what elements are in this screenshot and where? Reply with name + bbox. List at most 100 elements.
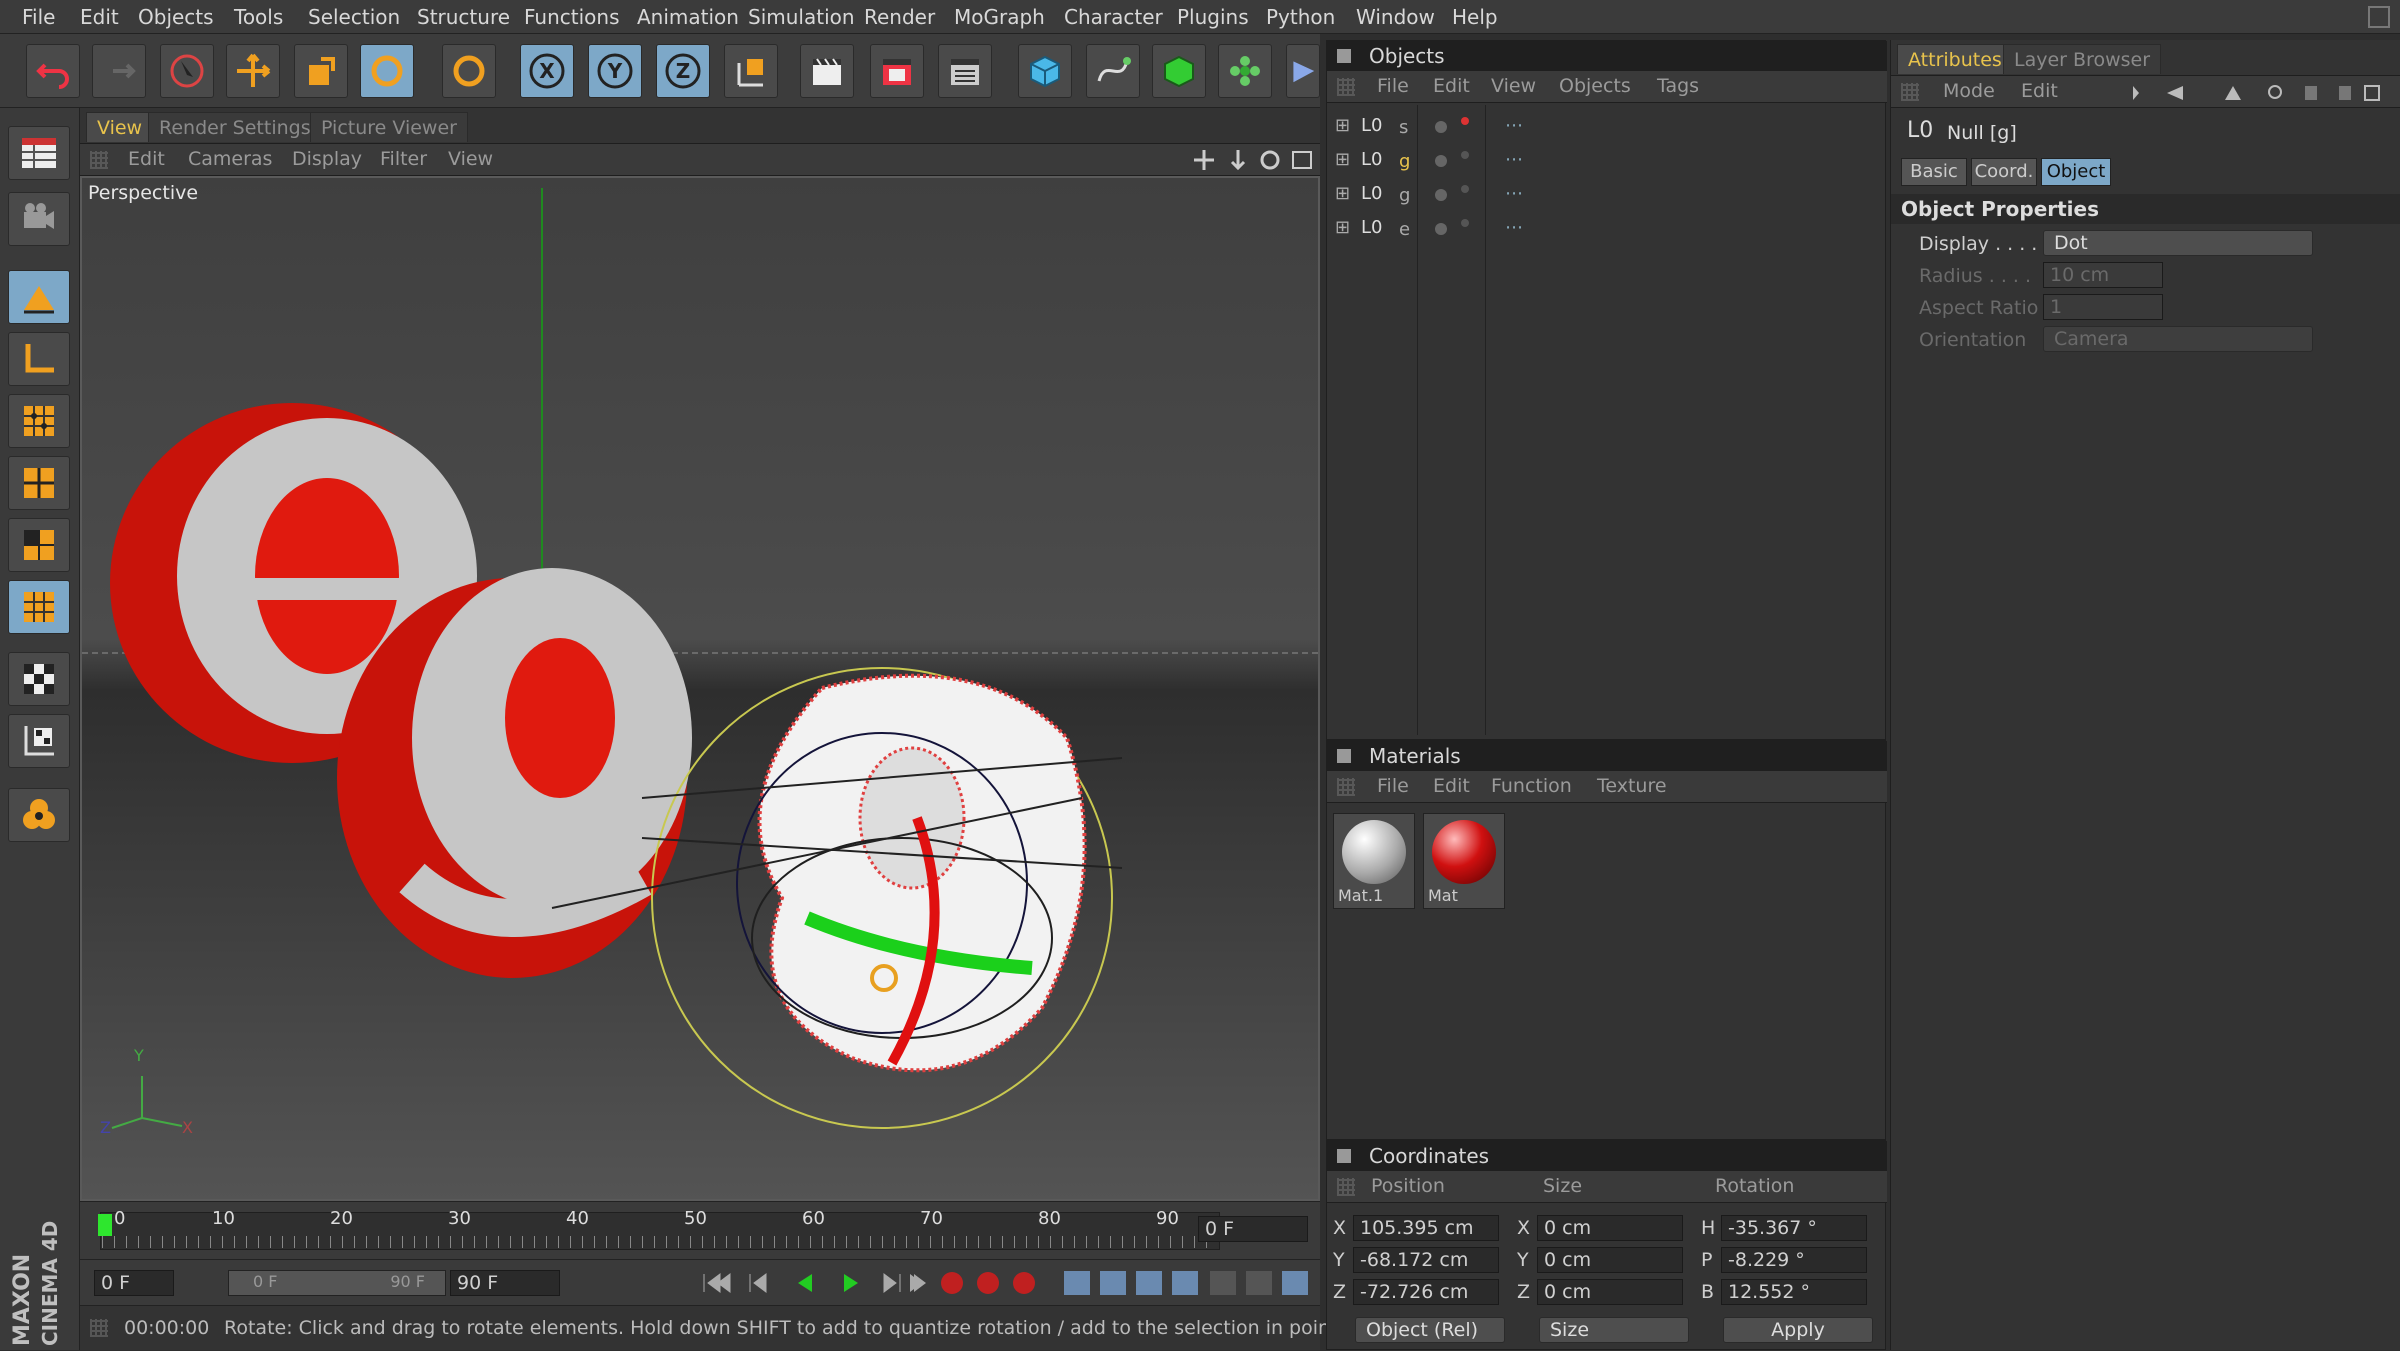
expand-icon[interactable]: ⊞	[1335, 183, 1350, 204]
menu-functions[interactable]: Functions	[520, 0, 624, 34]
tab-render-settings[interactable]: Render Settings	[148, 112, 322, 142]
material-swatch[interactable]: Mat.1	[1333, 813, 1415, 909]
array-icon[interactable]	[1218, 44, 1272, 98]
viewport-menu-cameras[interactable]: Cameras	[188, 144, 272, 174]
end-frame-field[interactable]: 90 F	[450, 1270, 560, 1296]
menu-animation[interactable]: Animation	[633, 0, 743, 34]
tag-icon[interactable]: ⋯	[1505, 115, 1523, 136]
move-icon[interactable]	[226, 44, 280, 98]
rotation-p-field[interactable]: -8.229 °	[1721, 1247, 1867, 1273]
menu-window[interactable]: Window	[1352, 0, 1439, 34]
rotation-b-field[interactable]: 12.552 °	[1721, 1279, 1867, 1305]
tab-attributes[interactable]: Attributes	[1897, 44, 2013, 74]
object-axis-icon[interactable]	[8, 332, 70, 386]
viewport-menu-filter[interactable]: Filter	[380, 144, 427, 174]
object-name[interactable]: g	[1399, 185, 1410, 206]
menu-help[interactable]: Help	[1448, 0, 1502, 34]
3d-viewport[interactable]: Perspective Y Z X	[80, 176, 1320, 1201]
camera-icon[interactable]	[8, 192, 70, 246]
window-restore-icon[interactable]	[2368, 6, 2390, 28]
menu-objects[interactable]: Objects	[134, 0, 218, 34]
position-z-field[interactable]: -72.726 cm	[1353, 1279, 1499, 1305]
tab-picture-viewer[interactable]: Picture Viewer	[310, 112, 468, 142]
edit-render-settings-icon[interactable]	[938, 44, 992, 98]
solo-icon[interactable]	[8, 714, 70, 768]
subtab-basic[interactable]: Basic	[1901, 158, 1967, 186]
viewport-menu-edit[interactable]: Edit	[128, 144, 165, 174]
object-row[interactable]: ⊞ L0 g ⋯	[1333, 147, 1873, 177]
workplane-icon[interactable]	[8, 652, 70, 706]
editor-visibility-dot[interactable]	[1461, 151, 1469, 159]
timeline-ruler[interactable]: 0 10 20 30 40 50 60 70 80 90 0 F	[80, 1201, 1320, 1259]
y-axis-lock-icon[interactable]: Y	[588, 44, 642, 98]
x-axis-lock-icon[interactable]: X	[520, 44, 574, 98]
current-frame-field[interactable]: 0 F	[1198, 1216, 1308, 1242]
materials-menu-file[interactable]: File	[1377, 771, 1409, 801]
undo-icon[interactable]	[26, 44, 80, 98]
expand-icon[interactable]: ⊞	[1335, 217, 1350, 238]
materials-menu-texture[interactable]: Texture	[1597, 771, 1667, 801]
cube-primitive-icon[interactable]	[1018, 44, 1072, 98]
menu-render[interactable]: Render	[860, 0, 939, 34]
zoom-view-icon[interactable]	[1226, 148, 1250, 172]
subtab-object[interactable]: Object	[2041, 158, 2111, 186]
attributes-menu-edit[interactable]: Edit	[2021, 76, 2058, 106]
expand-icon[interactable]: ⊞	[1335, 149, 1350, 170]
render-icon[interactable]	[8, 788, 70, 842]
record-keys-icon[interactable]	[938, 1268, 1058, 1298]
nurbs-icon[interactable]	[1152, 44, 1206, 98]
menu-tools[interactable]: Tools	[230, 0, 287, 34]
coordinate-mode-dropdown[interactable]: Object (Rel)	[1355, 1317, 1505, 1343]
deformer-icon[interactable]	[1286, 44, 1320, 98]
visibility-dot[interactable]	[1435, 121, 1447, 133]
polygons-mode-icon[interactable]	[8, 518, 70, 572]
size-mode-dropdown[interactable]: Size	[1539, 1317, 1689, 1343]
editor-visibility-dot[interactable]	[1461, 117, 1469, 125]
material-swatch[interactable]: Mat	[1423, 813, 1505, 909]
visibility-dot[interactable]	[1435, 223, 1447, 235]
menu-selection[interactable]: Selection	[304, 0, 404, 34]
coordinate-system-icon[interactable]	[724, 44, 778, 98]
editor-visibility-dot[interactable]	[1461, 219, 1469, 227]
size-x-field[interactable]: 0 cm	[1537, 1215, 1683, 1241]
position-x-field[interactable]: 105.395 cm	[1353, 1215, 1499, 1241]
redo-icon[interactable]	[92, 44, 146, 98]
menu-simulation[interactable]: Simulation	[744, 0, 859, 34]
visibility-dot[interactable]	[1435, 155, 1447, 167]
render-picture-viewer-icon[interactable]	[870, 44, 924, 98]
scale-icon[interactable]	[294, 44, 348, 98]
edges-mode-icon[interactable]	[8, 456, 70, 510]
display-dropdown[interactable]: Dot	[2043, 230, 2313, 256]
tag-icon[interactable]: ⋯	[1505, 217, 1523, 238]
objects-menu-view[interactable]: View	[1491, 71, 1536, 101]
visibility-dot[interactable]	[1435, 189, 1447, 201]
navigation-icons[interactable]	[2125, 82, 2385, 104]
rotate-view-icon[interactable]	[1258, 148, 1282, 172]
materials-menu-edit[interactable]: Edit	[1433, 771, 1470, 801]
subtab-coord[interactable]: Coord.	[1971, 158, 2037, 186]
texture-mode-icon[interactable]	[8, 580, 70, 634]
tag-icon[interactable]: ⋯	[1505, 149, 1523, 170]
menu-file[interactable]: File	[18, 0, 59, 34]
spline-icon[interactable]	[1086, 44, 1140, 98]
object-row[interactable]: ⊞ L0 g ⋯	[1333, 181, 1873, 211]
layout-icon[interactable]	[8, 126, 70, 180]
viewport-menu-view[interactable]: View	[448, 144, 493, 174]
position-y-field[interactable]: -68.172 cm	[1353, 1247, 1499, 1273]
model-mode-icon[interactable]	[8, 270, 70, 324]
menu-character[interactable]: Character	[1060, 0, 1167, 34]
maximize-view-icon[interactable]	[1290, 148, 1314, 172]
menu-mograph[interactable]: MoGraph	[950, 0, 1049, 34]
object-name[interactable]: g	[1399, 151, 1410, 172]
object-row[interactable]: ⊞ L0 e ⋯	[1333, 215, 1873, 245]
z-axis-lock-icon[interactable]: Z	[656, 44, 710, 98]
editor-visibility-dot[interactable]	[1461, 185, 1469, 193]
objects-menu-edit[interactable]: Edit	[1433, 71, 1470, 101]
size-y-field[interactable]: 0 cm	[1537, 1247, 1683, 1273]
rotation-h-field[interactable]: -35.367 °	[1721, 1215, 1867, 1241]
pan-view-icon[interactable]	[1192, 148, 1216, 172]
objects-menu-file[interactable]: File	[1377, 71, 1409, 101]
viewport-menu-display[interactable]: Display	[292, 144, 362, 174]
key-track-icons[interactable]	[1060, 1268, 1310, 1298]
live-selection-icon[interactable]	[160, 44, 214, 98]
